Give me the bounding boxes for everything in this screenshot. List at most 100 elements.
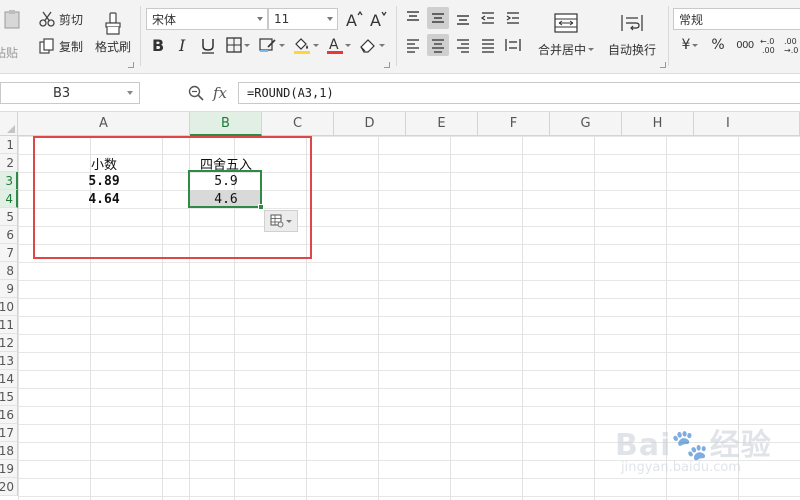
name-box[interactable]: B3 xyxy=(0,82,140,104)
decrease-font-button[interactable]: A xyxy=(368,8,388,30)
column-header-e[interactable]: E xyxy=(406,112,478,136)
bold-button[interactable]: B xyxy=(148,34,168,56)
align-middle-button[interactable] xyxy=(427,7,449,29)
row-header-3[interactable]: 3 xyxy=(0,172,18,190)
paste-button[interactable]: 粘贴 xyxy=(0,4,26,64)
decrease-decimal-icon: .00 →.0 xyxy=(784,37,798,54)
svg-text:→.0: →.0 xyxy=(784,46,798,54)
row-header-label: 14 xyxy=(0,371,14,386)
merge-center-button[interactable]: 合并居中 xyxy=(534,8,598,62)
ribbon-separator xyxy=(396,6,397,66)
row-header-label: 6 xyxy=(6,227,14,242)
align-center-icon xyxy=(432,39,444,53)
row-header-9[interactable]: 9 xyxy=(0,280,18,298)
thousands-button[interactable]: 000 xyxy=(732,35,758,55)
align-right-button[interactable] xyxy=(452,34,474,56)
cell-style-button[interactable] xyxy=(258,34,286,56)
row-header-13[interactable]: 13 xyxy=(0,352,18,370)
chevron-down-icon xyxy=(257,17,263,21)
increase-indent-button[interactable] xyxy=(502,7,524,29)
row-header-5[interactable]: 5 xyxy=(0,208,18,226)
align-left-button[interactable] xyxy=(402,34,424,56)
column-header-label: E xyxy=(437,116,446,131)
column-header-b[interactable]: B xyxy=(190,112,262,136)
row-header-10[interactable]: 10 xyxy=(0,298,18,316)
row-header-15[interactable]: 15 xyxy=(0,388,18,406)
row-header-2[interactable]: 2 xyxy=(0,154,18,172)
align-top-icon xyxy=(407,11,419,21)
merge-center-label: 合并居中 xyxy=(537,42,586,57)
row-header-12[interactable]: 12 xyxy=(0,334,18,352)
font-color-button[interactable]: A xyxy=(326,34,352,56)
alignment-dialog-launcher[interactable] xyxy=(660,62,666,68)
font-dialog-launcher[interactable] xyxy=(384,62,390,68)
underline-button[interactable] xyxy=(198,34,218,56)
align-middle-icon xyxy=(432,13,444,23)
justify-button[interactable] xyxy=(477,34,499,56)
column-header-i[interactable]: I xyxy=(694,112,800,136)
cut-button[interactable]: 剪切 xyxy=(38,8,83,30)
distributed-align-button[interactable] xyxy=(502,34,524,56)
magnifier-icon xyxy=(188,85,204,101)
row-header-label: 16 xyxy=(0,407,14,422)
row-header-label: 12 xyxy=(0,335,14,350)
format-painter-label: 格式刷 xyxy=(94,39,131,54)
paste-icon xyxy=(4,9,20,28)
cut-label: 剪切 xyxy=(59,12,84,27)
italic-button[interactable]: I xyxy=(174,34,192,56)
row-header-19[interactable]: 19 xyxy=(0,460,18,478)
cell-style-icon xyxy=(259,38,276,52)
align-left-icon xyxy=(407,39,419,53)
copy-button[interactable]: 复制 xyxy=(38,35,83,57)
font-name-select[interactable]: 宋体 xyxy=(146,8,268,30)
outdent-icon xyxy=(480,12,494,24)
column-header-g[interactable]: G xyxy=(550,112,622,136)
column-header-a[interactable]: A xyxy=(18,112,190,136)
column-header-c[interactable]: C xyxy=(262,112,334,136)
column-header-label: A xyxy=(99,116,108,131)
row-header-1[interactable]: 1 xyxy=(0,136,18,154)
wrap-text-button[interactable]: 自动换行 xyxy=(604,8,660,62)
row-header-18[interactable]: 18 xyxy=(0,442,18,460)
increase-decimal-button[interactable]: ←.0 .00 xyxy=(760,35,780,55)
column-header-f[interactable]: F xyxy=(478,112,550,136)
percent-button[interactable]: % xyxy=(708,35,728,55)
row-header-8[interactable]: 8 xyxy=(0,262,18,280)
zoom-search-button[interactable] xyxy=(186,82,206,104)
font-size-select[interactable]: 11 xyxy=(268,8,338,30)
name-box-value: B3 xyxy=(53,85,71,101)
row-header-label: 20 xyxy=(0,479,14,494)
svg-text:I: I xyxy=(178,36,186,54)
increase-font-button[interactable]: A xyxy=(344,8,364,30)
column-header-d[interactable]: D xyxy=(334,112,406,136)
insert-function-button[interactable]: fx xyxy=(208,82,232,104)
row-header-11[interactable]: 11 xyxy=(0,316,18,334)
align-center-button[interactable] xyxy=(427,34,449,56)
formula-input[interactable]: =ROUND(A3,1) xyxy=(238,82,800,104)
row-header-14[interactable]: 14 xyxy=(0,370,18,388)
row-header-16[interactable]: 16 xyxy=(0,406,18,424)
clipboard-dialog-launcher[interactable] xyxy=(128,62,134,68)
row-header-label: 15 xyxy=(0,389,14,404)
row-header-6[interactable]: 6 xyxy=(0,226,18,244)
currency-button[interactable]: ¥ xyxy=(676,35,704,55)
row-header-label: 7 xyxy=(6,245,14,260)
column-header-h[interactable]: H xyxy=(622,112,694,136)
row-header-7[interactable]: 7 xyxy=(0,244,18,262)
clear-format-button[interactable] xyxy=(358,34,386,56)
row-header-20[interactable]: 20 xyxy=(0,478,18,496)
thousands-symbol: 000 xyxy=(736,39,754,51)
decrease-indent-button[interactable] xyxy=(477,7,499,29)
format-painter-button[interactable]: 格式刷 xyxy=(92,6,134,60)
row-header-label: 9 xyxy=(6,281,14,296)
decrease-decimal-button[interactable]: .00 →.0 xyxy=(784,35,800,55)
border-button[interactable] xyxy=(224,34,252,56)
ribbon-separator xyxy=(668,6,669,66)
align-bottom-button[interactable] xyxy=(452,7,474,29)
row-header-4[interactable]: 4 xyxy=(0,190,18,208)
fill-color-button[interactable] xyxy=(292,34,320,56)
row-header-17[interactable]: 17 xyxy=(0,424,18,442)
align-top-button[interactable] xyxy=(402,7,424,29)
number-format-select[interactable]: 常规 xyxy=(673,8,800,30)
select-all-corner[interactable] xyxy=(0,112,18,136)
